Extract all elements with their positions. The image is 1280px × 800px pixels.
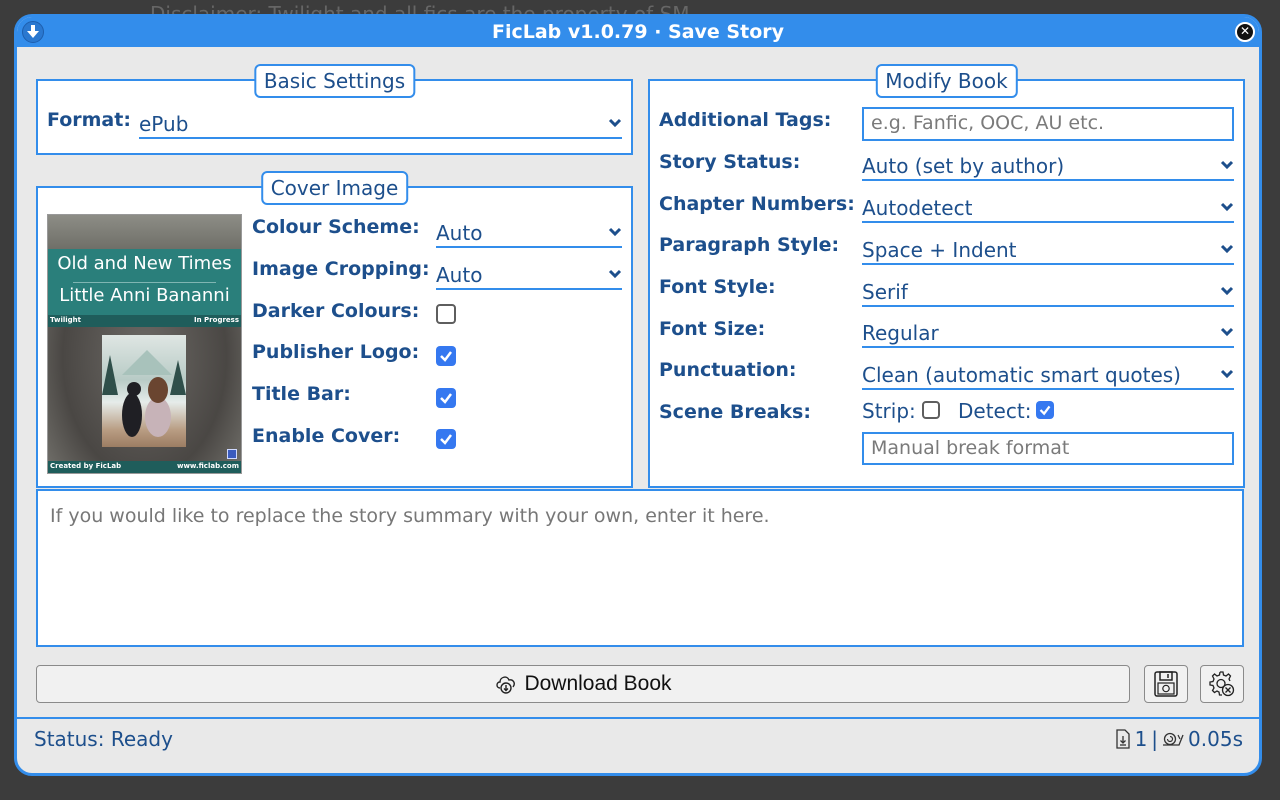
cover-fandom: Twilight [50,316,82,324]
darker-colours-checkbox[interactable] [436,304,456,324]
download-book-button[interactable]: Download Book [36,665,1130,703]
download-arrow-icon[interactable] [22,21,44,43]
story-status-value: Auto (set by author) [862,154,1065,178]
format-label: Format: [47,109,131,131]
paragraph-style-value: Space + Indent [862,238,1017,262]
summary-textarea[interactable]: If you would like to replace the story s… [36,489,1244,647]
font-size-label: Font Size: [659,318,766,340]
save-story-dialog: FicLab v1.0.79 · Save Story ✕ Basic Sett… [14,14,1262,776]
punctuation-label: Punctuation: [659,359,797,381]
chevron-down-icon [1220,369,1234,379]
strip-label: Strip: [862,399,916,423]
save-settings-button[interactable] [1144,665,1188,703]
basic-settings-panel: Basic Settings Format: ePub [36,64,633,155]
story-status-select[interactable]: Auto (set by author) [862,151,1234,181]
file-download-icon [1115,729,1131,749]
basic-settings-legend: Basic Settings [253,64,416,98]
punctuation-select[interactable]: Clean (automatic smart quotes) [862,360,1234,390]
detect-checkbox[interactable] [1036,401,1054,419]
additional-tags-input[interactable]: e.g. Fanfic, OOC, AU etc. [862,107,1234,141]
manual-break-format-input[interactable]: Manual break format [862,432,1234,465]
cover-footer-right: www.ficlab.com [177,462,239,470]
processing-time: 0.05s [1188,727,1243,751]
chevron-down-icon [1220,244,1234,254]
image-cropping-label: Image Cropping: [252,258,430,280]
story-status-label: Story Status: [659,151,801,173]
chevron-down-icon [1220,202,1234,212]
reset-settings-button[interactable] [1200,665,1244,703]
darker-colours-label: Darker Colours: [252,300,420,322]
status-text: Status: Ready [34,727,173,751]
floppy-gear-icon [1153,670,1179,698]
title-bar-label: Title Bar: [252,383,351,405]
colour-scheme-label: Colour Scheme: [252,216,420,238]
file-count: 1 [1134,727,1148,751]
title-bar-checkbox[interactable] [436,388,456,408]
cover-subtitle-bar: Twilight In Progress [48,315,241,327]
colour-scheme-select[interactable]: Auto [436,218,622,248]
font-style-select[interactable]: Serif [862,277,1234,307]
cover-author: Little Anni Bananni [59,285,230,306]
chapter-numbers-select[interactable]: Autodetect [862,193,1234,223]
publisher-logo-checkbox[interactable] [436,346,456,366]
cover-title-band: Old and New Times Little Anni Bananni [48,249,241,315]
snail-icon [1162,731,1184,747]
cover-image-legend: Cover Image [260,171,409,205]
additional-tags-label: Additional Tags: [659,109,832,131]
chevron-down-icon [608,269,622,279]
cover-preview: Old and New Times Little Anni Bananni Tw… [47,214,242,474]
strip-checkbox[interactable] [922,401,940,419]
cloud-download-icon [494,673,518,695]
detect-label: Detect: [958,399,1032,423]
cover-divider [73,282,216,283]
cover-top-area [48,215,241,249]
image-cropping-value: Auto [436,263,483,287]
format-select[interactable]: ePub [139,109,622,139]
chapter-numbers-value: Autodetect [862,196,973,220]
chevron-down-icon [608,118,622,128]
chevron-down-icon [1220,160,1234,170]
paragraph-style-label: Paragraph Style: [659,234,840,256]
paragraph-style-select[interactable]: Space + Indent [862,235,1234,265]
status-bar: Status: Ready 1 | 0.05s [17,717,1259,773]
chapter-numbers-label: Chapter Numbers: [659,193,855,215]
scene-breaks-label: Scene Breaks: [659,401,811,423]
image-cropping-select[interactable]: Auto [436,260,622,290]
cover-image-panel: Cover Image Old and New Times Little Ann… [36,171,633,488]
status-stats: 1 | 0.05s [1115,727,1243,751]
cover-artwork [102,335,186,447]
enable-cover-label: Enable Cover: [252,425,401,447]
cover-footer: Created by FicLab www.ficlab.com [48,461,241,473]
font-style-value: Serif [862,280,908,304]
chevron-down-icon [1220,286,1234,296]
gear-x-icon [1208,670,1236,698]
enable-cover-checkbox[interactable] [436,429,456,449]
publisher-logo-label: Publisher Logo: [252,341,420,363]
cover-title: Old and New Times [57,253,232,274]
font-size-select[interactable]: Regular [862,318,1234,348]
close-icon[interactable]: ✕ [1235,22,1255,42]
font-style-label: Font Style: [659,276,776,298]
modify-book-legend: Modify Book [875,64,1018,98]
download-book-label: Download Book [524,672,672,695]
window-title: FicLab v1.0.79 · Save Story [491,21,784,43]
chevron-down-icon [1220,327,1234,337]
colour-scheme-value: Auto [436,221,483,245]
cover-footer-left: Created by FicLab [50,462,122,470]
cover-status: In Progress [194,316,239,324]
title-bar: FicLab v1.0.79 · Save Story ✕ [17,17,1259,47]
chevron-down-icon [608,227,622,237]
format-value: ePub [139,112,189,136]
font-size-value: Regular [862,321,939,345]
publisher-logo-icon [227,449,237,459]
modify-book-panel: Modify Book Additional Tags: e.g. Fanfic… [648,64,1245,488]
punctuation-value: Clean (automatic smart quotes) [862,363,1181,387]
status-separator: | [1151,727,1159,751]
